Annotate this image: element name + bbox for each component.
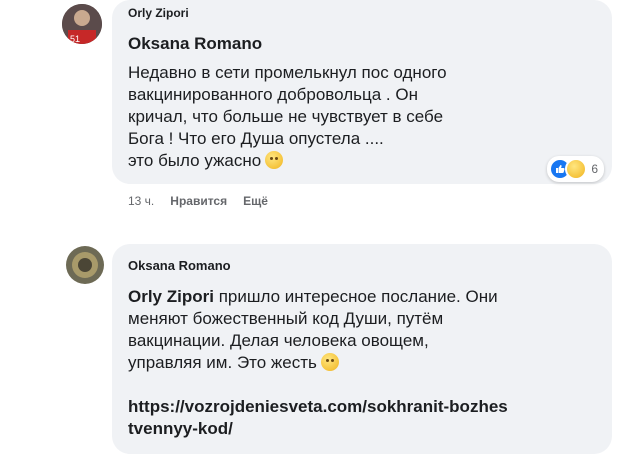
timestamp[interactable]: 13 ч. xyxy=(128,194,154,208)
reaction-count: 6 xyxy=(591,162,598,176)
comment-text: Недавно в сети промелькнул пос одного ва… xyxy=(128,62,598,172)
mention-link[interactable]: Orly Zipori xyxy=(128,287,214,306)
text-line: управляя им. Это жесть xyxy=(128,353,317,372)
comment-actions: 13 ч. Нравится Ещё xyxy=(128,194,268,208)
comment-2: Oksana Romano Orly Zipori пришло интерес… xyxy=(0,238,622,460)
sad-emoji-icon xyxy=(265,151,284,169)
comment-author[interactable]: Oksana Romano xyxy=(128,258,231,273)
text-line-first: Orly Zipori пришло интересное послание. … xyxy=(128,286,598,308)
reaction-summary[interactable]: 6 xyxy=(547,156,604,182)
more-button[interactable]: Ещё xyxy=(243,194,268,208)
url-link-line[interactable]: tvennyy-kod/ xyxy=(128,418,598,440)
comment-text: Orly Zipori пришло интересное послание. … xyxy=(128,286,598,440)
text-line: вакцинации. Делая человека овощем, xyxy=(128,331,429,350)
text-line: кричал, что больше не чувствует в себе xyxy=(128,107,444,126)
comment-1: 51 Orly Zipori Oksana Romano Недавно в с… xyxy=(0,0,622,220)
avatar-image-icon xyxy=(66,246,104,284)
avatar[interactable]: 51 xyxy=(62,4,102,44)
text-line: Недавно в сети промелькнул пос одного xyxy=(128,63,447,82)
avatar[interactable] xyxy=(66,246,104,284)
sad-icon xyxy=(565,158,588,180)
text-line-last: это было ужасно xyxy=(128,150,598,172)
text-line: меняют божественный код Души, путём xyxy=(128,309,444,328)
comment-author[interactable]: Oksana Romano xyxy=(128,34,262,54)
svg-text:51: 51 xyxy=(70,34,80,44)
comment-bubble: Oksana Romano Orly Zipori пришло интерес… xyxy=(112,244,612,454)
grimace-emoji-icon xyxy=(320,353,339,371)
text-line: Бога ! Что его Душа опустела .... xyxy=(128,129,384,148)
text-line: пришло интересное послание. Они xyxy=(218,287,498,306)
avatar-image-icon: 51 xyxy=(62,4,102,44)
text-line-last: управляя им. Это жесть xyxy=(128,352,598,374)
like-button[interactable]: Нравится xyxy=(170,194,227,208)
text-line: вакцинированного добровольца . Он xyxy=(128,85,418,104)
reply-to-name[interactable]: Orly Zipori xyxy=(128,6,189,20)
text-line: это было ужасно xyxy=(128,151,262,170)
comment-bubble: Orly Zipori Oksana Romano Недавно в сети… xyxy=(112,0,612,184)
url-link-line[interactable]: https://vozrojdeniesveta.com/sokhranit-b… xyxy=(128,396,598,418)
